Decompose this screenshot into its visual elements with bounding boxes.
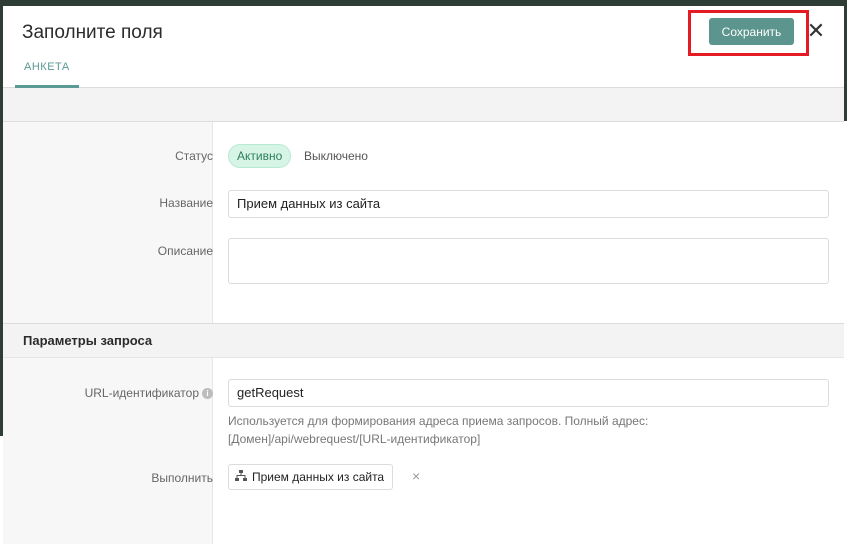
general-section: Статус Активно Выключено Название Прием … bbox=[3, 122, 844, 324]
info-icon[interactable]: i bbox=[202, 388, 213, 399]
name-input[interactable]: Прием данных из сайта bbox=[228, 190, 829, 218]
modal-header: Заполните поля АНКЕТА Сохранить ✕ bbox=[3, 6, 844, 88]
status-label: Статус bbox=[175, 149, 213, 163]
request-params-section: URL-идентификатор i getRequest Использует… bbox=[3, 358, 844, 544]
url-id-label-text: URL-идентификатор bbox=[84, 386, 199, 400]
modal-dialog: Заполните поля АНКЕТА Сохранить ✕ Статус… bbox=[3, 6, 844, 544]
remove-icon[interactable]: × bbox=[412, 468, 420, 484]
sitemap-icon bbox=[235, 465, 247, 489]
execute-chip-label: Прием данных из сайта bbox=[252, 470, 385, 484]
execute-label: Выполнить bbox=[151, 471, 213, 485]
url-id-help-line1: Используется для формирования адреса при… bbox=[228, 414, 649, 428]
status-off-option[interactable]: Выключено bbox=[304, 144, 368, 168]
close-icon[interactable]: ✕ bbox=[806, 20, 826, 42]
request-params-heading: Параметры запроса bbox=[3, 324, 844, 358]
name-label: Название bbox=[159, 196, 213, 210]
execute-chip[interactable]: Прием данных из сайта bbox=[228, 464, 394, 490]
description-textarea[interactable] bbox=[228, 238, 829, 284]
status-active-option[interactable]: Активно bbox=[228, 144, 292, 168]
url-id-help-line2: [Домен]/api/webrequest/[URL-идентификато… bbox=[228, 432, 481, 446]
modal-title: Заполните поля bbox=[22, 22, 163, 43]
toolbar-band bbox=[3, 88, 844, 122]
tab-anketa[interactable]: АНКЕТА bbox=[15, 58, 79, 88]
url-id-input[interactable]: getRequest bbox=[228, 379, 829, 407]
url-id-label: URL-идентификатор i bbox=[85, 386, 213, 400]
description-label: Описание bbox=[157, 244, 213, 258]
save-button[interactable]: Сохранить bbox=[709, 18, 794, 45]
